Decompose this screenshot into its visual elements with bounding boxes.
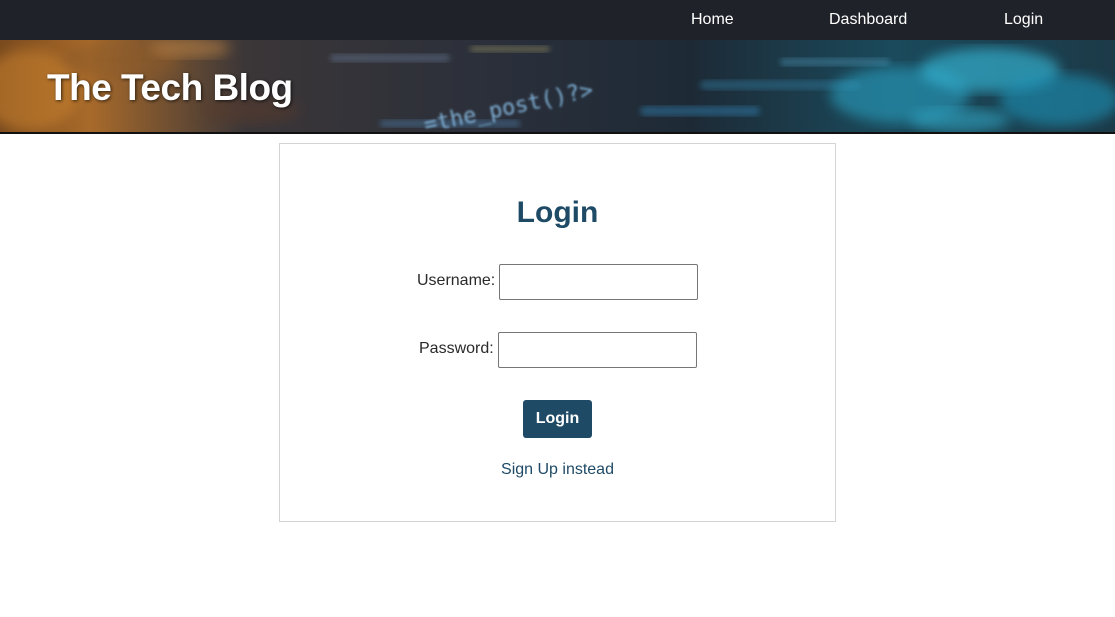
nav-link-dashboard[interactable]: Dashboard (829, 0, 907, 40)
login-title: Login (516, 196, 599, 229)
password-label: Password: (419, 340, 494, 357)
signup-link[interactable]: Sign Up instead (280, 461, 835, 479)
header-banner: =the_post()?> The Tech Blog (0, 40, 1115, 134)
login-card: Login Username: Password: Login Sign Up … (279, 143, 836, 522)
login-submit-button[interactable]: Login (523, 400, 592, 438)
password-input[interactable] (498, 332, 697, 368)
site-title: The Tech Blog (47, 67, 293, 108)
username-input[interactable] (499, 264, 698, 300)
top-nav: Home Dashboard Login (0, 0, 1115, 40)
nav-link-login[interactable]: Login (1004, 0, 1043, 40)
nav-link-home[interactable]: Home (691, 0, 734, 40)
username-label: Username: (417, 272, 496, 289)
